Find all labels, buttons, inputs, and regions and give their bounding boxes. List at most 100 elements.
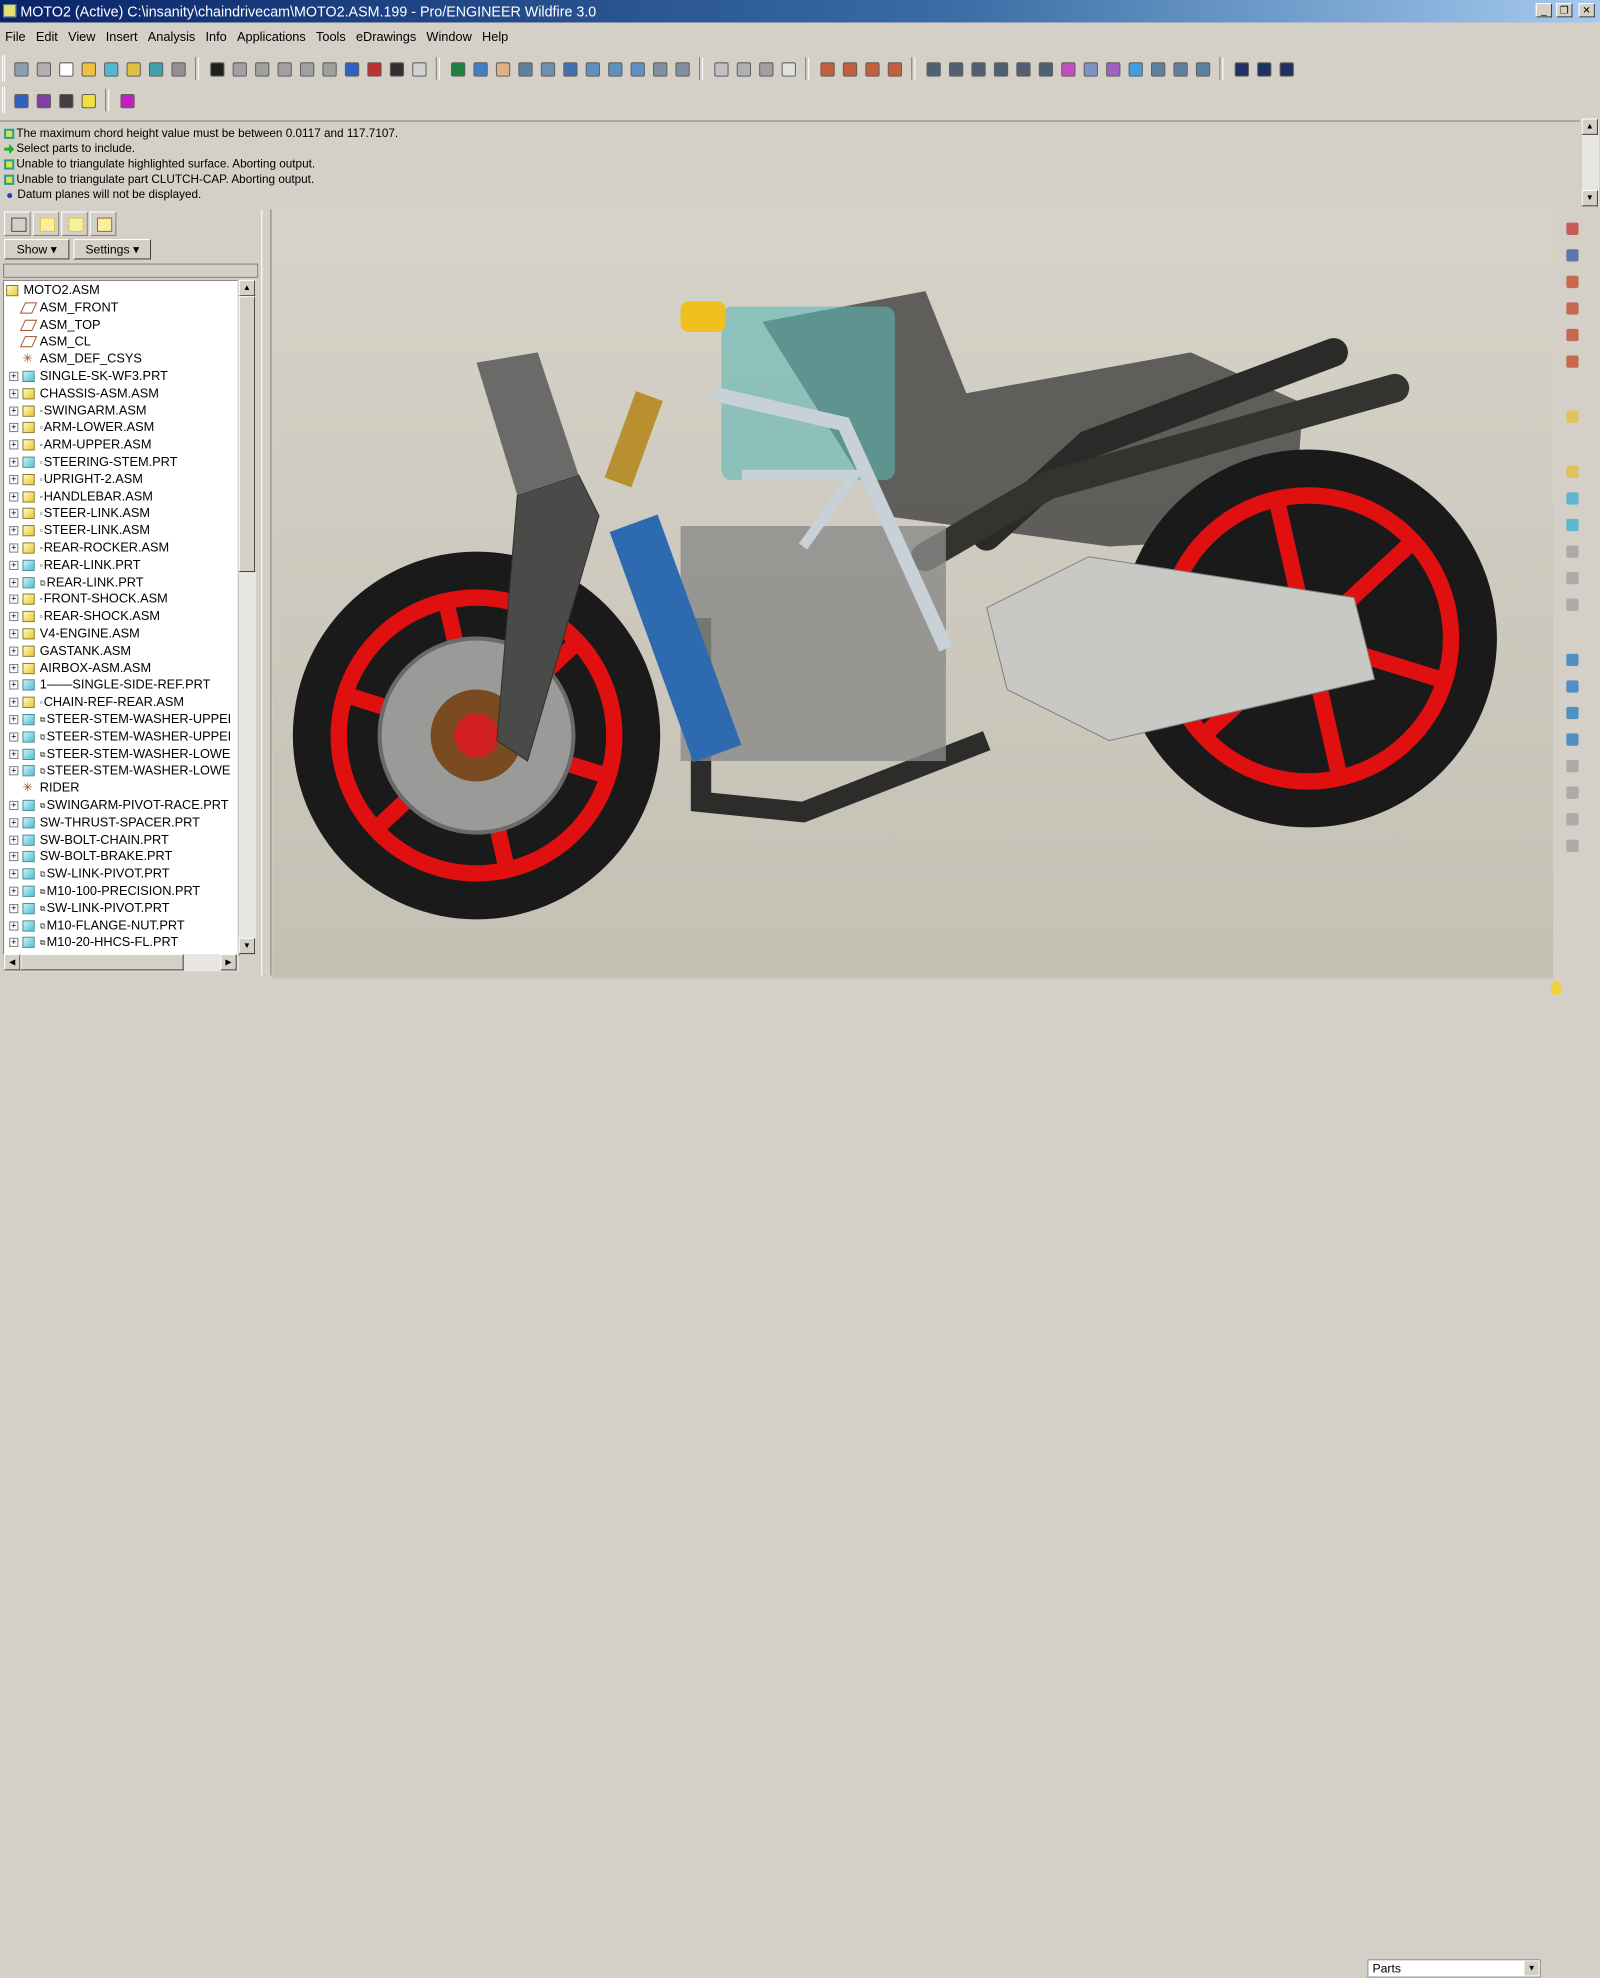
tree-item[interactable]: + GASTANK.ASM <box>4 642 131 659</box>
pattern-button[interactable] <box>1563 651 1581 669</box>
backup-button[interactable] <box>146 59 164 77</box>
scroll-up-button[interactable]: ▲ <box>1581 118 1598 135</box>
new-file-button[interactable] <box>56 59 74 77</box>
shaded-curvature-button[interactable] <box>1126 59 1144 77</box>
datum-plane-tool-button[interactable] <box>1563 273 1581 291</box>
tree-item[interactable]: + ⧉ STEER-STEM-WASHER-UPPEI <box>4 711 231 728</box>
find-button[interactable] <box>387 59 405 77</box>
offset-tool-button[interactable] <box>1563 757 1581 775</box>
datum-axes-button[interactable] <box>840 59 858 77</box>
merge-button[interactable] <box>1563 704 1581 722</box>
tree-item[interactable]: ✳ RIDER <box>4 780 79 797</box>
expand-icon[interactable]: + <box>9 920 19 931</box>
dimension-display-button[interactable] <box>34 91 52 109</box>
scroll-up-button[interactable]: ▲ <box>238 279 256 297</box>
tree-item[interactable]: + ⧉ M10-FLANGE-NUT.PRT <box>4 917 185 934</box>
menu-edit[interactable]: Edit <box>31 27 63 47</box>
expand-icon[interactable]: + <box>9 903 19 914</box>
global-interference-button[interactable] <box>1013 59 1031 77</box>
menu-view[interactable]: View <box>63 27 101 47</box>
chevron-down-icon[interactable]: ▼ <box>1524 1961 1539 1976</box>
refit-button[interactable] <box>628 59 646 77</box>
tree-item[interactable]: + ⧉ SW-LINK-PIVOT.PRT <box>4 900 170 917</box>
open-folder-button[interactable] <box>79 59 97 77</box>
expand-icon[interactable]: + <box>9 543 19 553</box>
pan-button[interactable] <box>493 59 511 77</box>
menu-edrawings[interactable]: eDrawings <box>351 27 421 47</box>
tree-item[interactable]: ✳ ASM_DEF_CSYS <box>4 351 141 368</box>
datum-axis-tool-button[interactable] <box>1563 299 1581 317</box>
tree-item[interactable]: + SW-BOLT-BRAKE.PRT <box>4 848 172 865</box>
zoom-in-button[interactable] <box>583 59 601 77</box>
view-manager-button[interactable] <box>538 59 556 77</box>
expand-icon[interactable]: + <box>9 440 19 450</box>
table-button[interactable] <box>991 59 1009 77</box>
menu-tools[interactable]: Tools <box>311 27 351 47</box>
measure-button[interactable] <box>923 59 941 77</box>
solidify-button[interactable] <box>1563 810 1581 828</box>
model-tree-tab[interactable] <box>4 211 31 236</box>
zoom-out-button[interactable] <box>605 59 623 77</box>
regen-manager-button[interactable] <box>364 59 382 77</box>
hole-button[interactable] <box>1563 569 1581 587</box>
shading-button[interactable] <box>779 59 797 77</box>
expand-icon[interactable]: + <box>9 886 19 896</box>
paste-special-button[interactable] <box>319 59 337 77</box>
tree-item[interactable]: + ⧉ M10-100-PRECISION.PRT <box>4 883 200 900</box>
tree-item[interactable]: + ⧉ SW-LINK-PIVOT.PRT <box>4 865 170 882</box>
expand-icon[interactable]: + <box>9 612 19 622</box>
tree-item[interactable]: + ▫ REAR-LINK.PRT <box>4 557 141 574</box>
expand-icon[interactable]: + <box>9 749 19 759</box>
datum-points-button[interactable] <box>862 59 880 77</box>
tree-item[interactable]: ASM_TOP <box>4 316 101 333</box>
tree-item[interactable]: + ▫ STEER-LINK.ASM <box>4 522 150 539</box>
tree-item[interactable]: + ▫ ARM-LOWER.ASM <box>4 419 154 436</box>
minimize-button[interactable]: _ <box>1535 3 1553 18</box>
model-display-button[interactable] <box>11 91 29 109</box>
mirror-button[interactable] <box>1563 677 1581 695</box>
undo-button[interactable] <box>207 59 225 77</box>
copy-button[interactable] <box>274 59 292 77</box>
expand-icon[interactable]: + <box>9 697 19 708</box>
tree-item[interactable]: + ▫ STEERING-STEM.PRT <box>4 454 177 471</box>
expand-icon[interactable]: + <box>9 474 19 484</box>
favorites-tab[interactable] <box>61 211 88 236</box>
tree-item[interactable]: + SINGLE-SK-WF3.PRT <box>4 368 168 385</box>
menu-info[interactable]: Info <box>200 27 231 47</box>
tree-vertical-scrollbar[interactable]: ▲ ▼ <box>237 279 257 955</box>
extrude-button[interactable] <box>1563 516 1581 534</box>
selection-box-button[interactable] <box>409 59 427 77</box>
expand-icon[interactable]: + <box>9 680 19 690</box>
tree-item[interactable]: ASM_FRONT <box>4 299 118 316</box>
print-button[interactable] <box>168 59 186 77</box>
cut-button[interactable] <box>252 59 270 77</box>
curvature-button[interactable] <box>1058 59 1076 77</box>
tree-item[interactable]: + ▫ HANDLEBAR.ASM <box>4 488 153 505</box>
menu-analysis[interactable]: Analysis <box>143 27 201 47</box>
tree-item[interactable]: + ▫ REAR-ROCKER.ASM <box>4 539 169 556</box>
save-copy-button[interactable] <box>123 59 141 77</box>
navigator-sash[interactable] <box>261 209 272 976</box>
expand-icon[interactable]: + <box>9 491 19 502</box>
tree-item[interactable]: + ▫ CHAIN-REF-REAR.ASM <box>4 694 184 711</box>
scroll-right-button[interactable]: ▶ <box>220 954 237 971</box>
saved-views-button[interactable] <box>672 59 690 77</box>
tree-item[interactable]: MOTO2.ASM <box>4 282 100 299</box>
tree-item[interactable]: + ▫ ARM-UPPER.ASM <box>4 436 151 453</box>
deviation-button[interactable] <box>1193 59 1211 77</box>
create-component-button[interactable] <box>1563 489 1581 507</box>
scroll-down-button[interactable]: ▼ <box>1581 189 1598 207</box>
datum-point-tool-button[interactable] <box>1563 220 1581 238</box>
redo-button[interactable] <box>230 59 248 77</box>
tree-item[interactable]: + ⧉ STEER-STEM-WASHER-LOWE <box>4 762 230 779</box>
scroll-left-button[interactable]: ◀ <box>4 954 21 971</box>
expand-icon[interactable]: + <box>9 646 19 656</box>
section-button[interactable] <box>968 59 986 77</box>
expand-icon[interactable]: + <box>9 577 19 587</box>
restore-button[interactable]: ❐ <box>1556 3 1573 18</box>
component-display-button[interactable] <box>56 91 74 109</box>
selection-filter-dropdown[interactable]: Parts ▼ <box>1367 1959 1541 1978</box>
show-menu-button[interactable]: Show ▾ <box>4 239 70 260</box>
tree-item[interactable]: + V4-ENGINE.ASM <box>4 625 140 642</box>
hidden-line-button[interactable] <box>734 59 752 77</box>
